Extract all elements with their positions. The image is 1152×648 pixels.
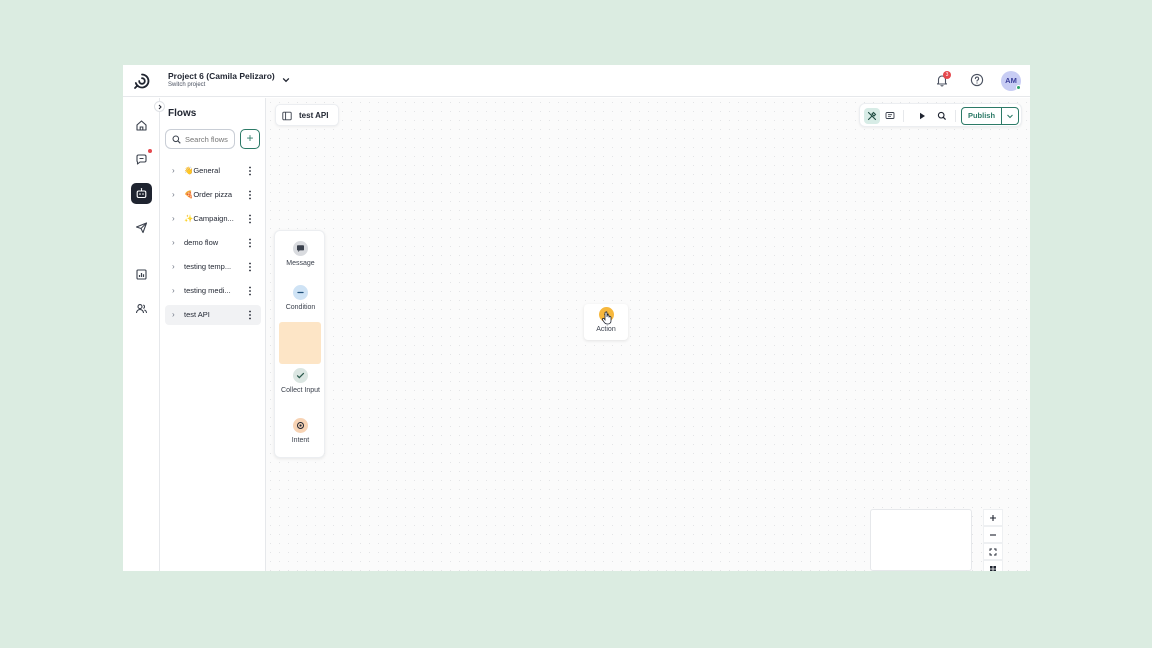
- project-subtitle: Switch project: [168, 82, 206, 88]
- palette-condition[interactable]: Condition: [275, 285, 326, 314]
- flow-item-label: 👋General: [184, 166, 221, 175]
- palette-label: Collect Input: [281, 387, 320, 394]
- flow-item-testing-media[interactable]: › testing medi...: [165, 281, 261, 301]
- project-switcher[interactable]: Project 6 (Camila Pelizaro) Switch proje…: [168, 71, 275, 88]
- users-icon[interactable]: [131, 298, 152, 319]
- palette-intent[interactable]: Intent: [275, 418, 326, 447]
- zoom-in-button[interactable]: [983, 509, 1003, 526]
- top-bar: Project 6 (Camila Pelizaro) Switch proje…: [123, 65, 1030, 97]
- search-icon[interactable]: [934, 108, 950, 124]
- home-icon[interactable]: [131, 115, 152, 136]
- publish-button[interactable]: Publish: [962, 108, 1002, 124]
- notification-badge: 3: [943, 71, 951, 79]
- intent-icon: [293, 418, 308, 433]
- action-label: Action: [596, 326, 616, 333]
- toolbar-divider: [903, 110, 904, 122]
- add-flow-button[interactable]: +: [240, 129, 260, 149]
- more-vertical-icon[interactable]: [248, 190, 252, 200]
- icon-rail: [123, 98, 160, 571]
- flow-item-label: demo flow: [184, 238, 219, 247]
- chevron-right-icon[interactable]: ›: [172, 166, 175, 175]
- more-vertical-icon[interactable]: [248, 166, 252, 176]
- flow-tab[interactable]: test API: [275, 104, 339, 126]
- chat-unread-dot: [148, 149, 152, 153]
- chevron-right-icon[interactable]: ›: [172, 262, 175, 271]
- flow-item-label: ✨Campaign...: [184, 214, 234, 223]
- chevron-right-icon[interactable]: ›: [172, 286, 175, 295]
- condition-icon: [293, 285, 308, 300]
- palette-message[interactable]: Message: [275, 241, 326, 270]
- flow-tab-label: test API: [299, 111, 329, 120]
- palette-label: Message: [286, 260, 315, 267]
- flow-item-testing-temp[interactable]: › testing temp...: [165, 257, 261, 277]
- flows-title: Flows: [168, 108, 197, 119]
- grid-icon: [990, 565, 996, 571]
- publish-button-group: Publish: [961, 107, 1019, 125]
- online-status-dot: [1016, 85, 1021, 90]
- flow-item-test-api[interactable]: › test API: [165, 305, 261, 325]
- chevron-right-icon[interactable]: ›: [172, 238, 175, 247]
- hand-cursor-icon: [602, 311, 612, 325]
- flows-panel: Flows + › 👋General › 🍕Order pizza › ✨Cam…: [160, 98, 266, 571]
- palette-collect-input[interactable]: Collect Input: [275, 368, 326, 397]
- send-icon[interactable]: [131, 217, 152, 238]
- minimap-toggle-button[interactable]: [983, 560, 1003, 571]
- flow-item-order-pizza[interactable]: › 🍕Order pizza: [165, 185, 261, 205]
- expand-sidebar-button[interactable]: [154, 101, 165, 112]
- project-title: Project 6 (Camila Pelizaro): [168, 71, 275, 81]
- toolbar-divider: [955, 110, 956, 122]
- comment-icon[interactable]: [882, 108, 898, 124]
- plus-icon: [990, 514, 996, 521]
- bot-icon[interactable]: [131, 183, 152, 204]
- help-icon[interactable]: [970, 73, 984, 87]
- node-palette: Message Condition Collect Input Intent: [274, 230, 325, 458]
- app-window: Project 6 (Camila Pelizaro) Switch proje…: [123, 65, 1030, 571]
- flow-item-label: 🍕Order pizza: [184, 190, 233, 199]
- message-icon: [293, 241, 308, 256]
- fit-view-icon: [989, 548, 997, 555]
- fit-view-button[interactable]: [983, 543, 1003, 560]
- flow-item-label: testing temp...: [184, 262, 232, 271]
- search-icon: [172, 135, 181, 144]
- chevron-right-icon: [158, 104, 162, 109]
- chevron-right-icon[interactable]: ›: [172, 214, 175, 223]
- chevron-down-icon[interactable]: [281, 75, 291, 85]
- more-vertical-icon[interactable]: [248, 238, 252, 248]
- more-vertical-icon[interactable]: [248, 262, 252, 272]
- more-vertical-icon[interactable]: [248, 214, 252, 224]
- chevron-right-icon[interactable]: ›: [172, 190, 175, 199]
- flow-item-campaign[interactable]: › ✨Campaign...: [165, 209, 261, 229]
- search-box[interactable]: [165, 129, 235, 149]
- app-logo-icon[interactable]: [133, 72, 151, 90]
- analytics-icon[interactable]: [131, 264, 152, 285]
- chevron-down-icon[interactable]: [1006, 112, 1014, 120]
- minimap[interactable]: [870, 509, 972, 571]
- flow-item-demo-flow[interactable]: › demo flow: [165, 233, 261, 253]
- more-vertical-icon[interactable]: [248, 286, 252, 296]
- flow-item-general[interactable]: › 👋General: [165, 161, 261, 181]
- play-icon[interactable]: [914, 108, 930, 124]
- flow-item-label: testing medi...: [184, 286, 231, 295]
- search-input[interactable]: [185, 132, 233, 146]
- sidebar-toggle-icon[interactable]: [282, 111, 292, 121]
- collect-input-icon: [293, 368, 308, 383]
- zoom-out-button[interactable]: [983, 526, 1003, 543]
- canvas-toolbar: Publish: [859, 103, 1022, 127]
- palette-label: Condition: [285, 304, 316, 311]
- flow-canvas[interactable]: test API Publish Message Condition Colle…: [266, 98, 1030, 571]
- tools-icon[interactable]: [864, 108, 880, 124]
- action-drop-slot: [279, 322, 321, 364]
- chevron-right-icon[interactable]: ›: [172, 310, 175, 319]
- more-vertical-icon[interactable]: [248, 310, 252, 320]
- palette-label: Intent: [291, 437, 310, 444]
- flow-item-label: test API: [184, 310, 210, 319]
- minus-icon: [990, 533, 996, 536]
